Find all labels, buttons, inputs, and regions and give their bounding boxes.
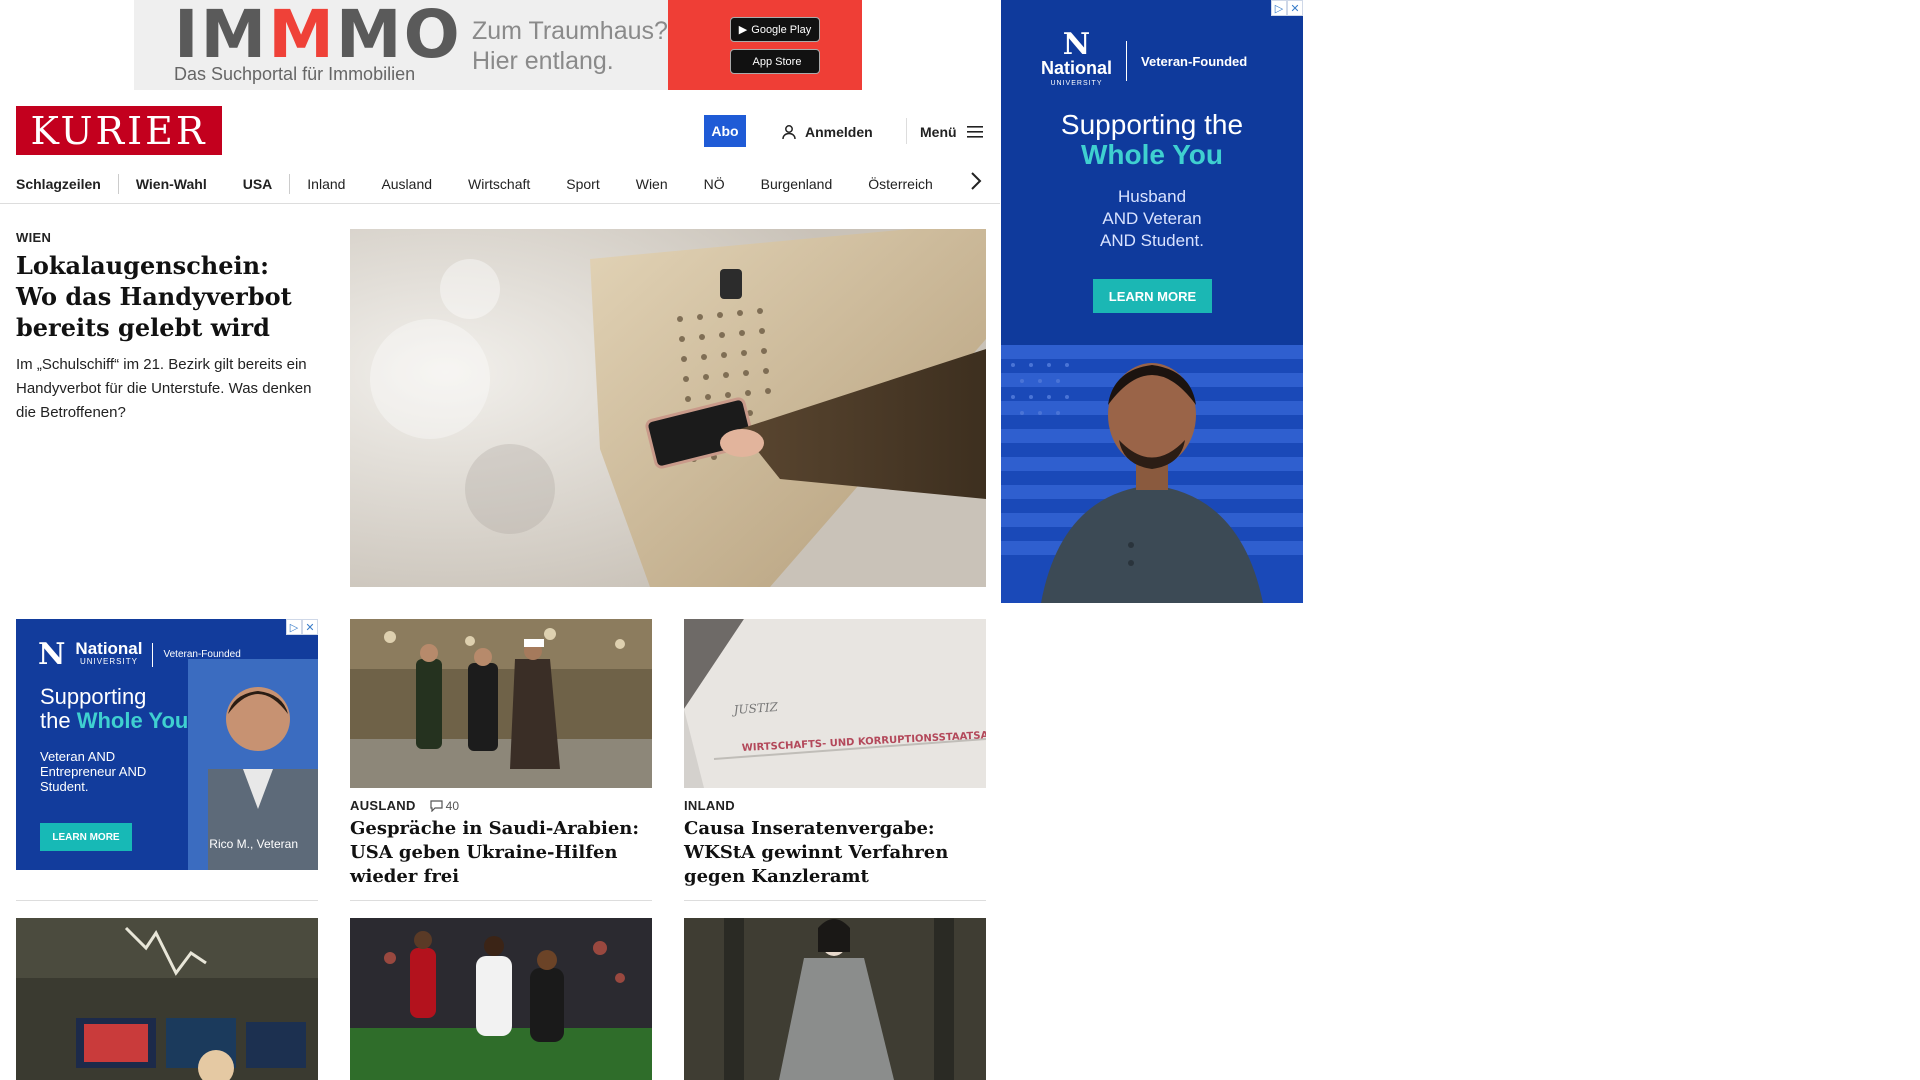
ausland-article-image[interactable] — [350, 619, 652, 788]
card-divider — [16, 900, 318, 901]
close-icon[interactable]: ✕ — [302, 619, 318, 635]
card-divider — [684, 900, 986, 901]
ad-org-logo: N National UNIVERSITY Veteran-Founded — [1041, 27, 1248, 88]
ad-choices[interactable]: ▷ ✕ — [286, 619, 318, 635]
kurier-logo[interactable]: KURIER — [16, 106, 222, 155]
sky-ad-learn-more-button[interactable]: LEARN MORE — [1093, 279, 1212, 313]
nav-item-burgenland[interactable]: Burgenland — [761, 176, 833, 192]
inland-section-label[interactable]: INLAND — [684, 798, 735, 813]
inland-meta: INLAND — [684, 798, 735, 813]
ad-choices[interactable]: ▷ ✕ — [1271, 0, 1303, 16]
football-article-image[interactable] — [350, 918, 652, 1080]
lead-article-image[interactable] — [350, 229, 986, 587]
nav-item-ausland[interactable]: Ausland — [381, 176, 432, 192]
nav-item-wien-wahl[interactable]: Wien-Wahl — [136, 176, 207, 192]
nav-divider — [289, 174, 291, 194]
ad-caption: Rico M., Veteran — [209, 837, 298, 851]
inland-headline[interactable]: Causa Inseratenvergabe: WKStA gewinnt Ve… — [684, 817, 986, 889]
login-button[interactable]: Anmelden — [781, 120, 873, 144]
ad-brand-logo: IMMMO — [174, 0, 462, 73]
ad-body: Veteran AND Entrepreneur AND Student. — [40, 749, 147, 794]
nav-item-sport[interactable]: Sport — [566, 176, 599, 192]
play-icon: ▶ — [738, 24, 748, 36]
ad-store-panel: ▶ Google Play App Store — [668, 0, 862, 90]
fashion-article-image[interactable] — [684, 918, 986, 1080]
nav-item-wien[interactable]: Wien — [636, 176, 668, 192]
abo-button[interactable]: Abo — [704, 115, 746, 147]
lead-headline[interactable]: Lokalaugenschein: Wo das Handyverbot ber… — [16, 250, 306, 343]
menu-button[interactable]: Menü — [920, 120, 983, 144]
nav-item-oesterreich[interactable]: Österreich — [868, 176, 933, 192]
nav-item-usa[interactable]: USA — [243, 176, 273, 192]
adchoices-icon[interactable]: ▷ — [286, 619, 302, 635]
nu-mark-icon: N — [1062, 27, 1091, 62]
nav-item-wirtschaft[interactable]: Wirtschaft — [468, 176, 530, 192]
login-label: Anmelden — [805, 124, 873, 140]
ad-headline: Supporting the Whole You — [40, 684, 189, 733]
hamburger-icon — [966, 126, 983, 138]
ad-learn-more-button[interactable]: LEARN MORE — [40, 823, 132, 851]
nav-divider — [117, 174, 119, 194]
main-navigation: Schlagzeilen Wien-Wahl USA Inland Auslan… — [16, 166, 984, 202]
ad-org-logo: N National UNIVERSITY Veteran-Founded — [38, 637, 241, 672]
ausland-meta: AUSLAND 40 — [350, 798, 459, 813]
nav-item-schlagzeilen[interactable]: Schlagzeilen — [16, 176, 101, 192]
app-store-button[interactable]: App Store — [730, 49, 820, 74]
menu-label: Menü — [920, 124, 957, 140]
nav-border — [0, 203, 1000, 204]
nu-mark-icon: N — [38, 637, 66, 672]
ad-flag-stripes — [1001, 345, 1303, 603]
ausland-headline[interactable]: Gespräche in Saudi-Arabien: USA geben Uk… — [350, 817, 652, 889]
header-divider — [906, 118, 907, 144]
native-ad-card[interactable]: ▷ ✕ N National UNIVERSITY Veteran-Founde… — [16, 619, 318, 870]
comment-count[interactable]: 40 — [430, 799, 459, 813]
lead-section-label[interactable]: WIEN — [16, 230, 51, 245]
card-divider — [350, 900, 652, 901]
ausland-section-label[interactable]: AUSLAND — [350, 798, 416, 813]
lead-teaser[interactable]: Im „Schulschiff“ im 21. Bezirk gilt bere… — [16, 353, 316, 425]
chevron-right-icon[interactable] — [968, 170, 984, 192]
sky-ad-headline: Supporting the Whole You — [1060, 109, 1244, 170]
ad-subline: Das Suchportal für Immobilien — [174, 64, 416, 84]
adchoices-icon[interactable]: ▷ — [1271, 0, 1287, 16]
skyscraper-ad[interactable]: ▷ ✕ N National UNIVERSITY Veteran-Founde… — [1001, 0, 1303, 603]
google-play-button[interactable]: ▶ Google Play — [730, 17, 820, 42]
sky-ad-body: Husband AND Veteran AND Student. — [1100, 187, 1204, 250]
top-banner-ad[interactable]: IMMMO Das Suchportal für Immobilien Zum … — [134, 0, 862, 90]
nav-item-inland[interactable]: Inland — [307, 176, 345, 192]
ad-tagline: Zum Traumhaus? Hier entlang. — [472, 17, 668, 75]
stock-exchange-article-image[interactable] — [16, 918, 318, 1080]
user-icon — [782, 125, 796, 140]
comment-icon — [430, 799, 443, 812]
nav-item-noe[interactable]: NÖ — [704, 176, 725, 192]
close-icon[interactable]: ✕ — [1287, 0, 1303, 16]
inland-article-image[interactable]: JUSTIZ WIRTSCHAFTS- UND KORRUPTIONSSTAAT… — [684, 619, 986, 788]
